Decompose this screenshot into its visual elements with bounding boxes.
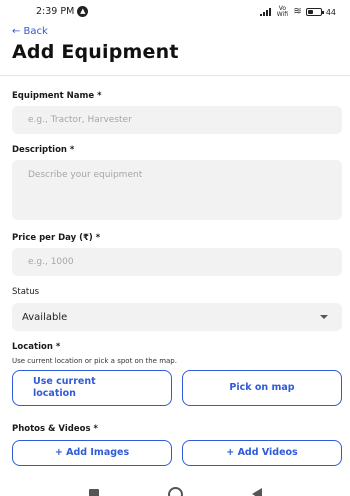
description-label: Description * (12, 145, 75, 155)
price-placeholder: e.g., 1000 (28, 257, 74, 267)
location-label: Location * (12, 342, 61, 352)
wifi-icon: ≋ (293, 6, 302, 17)
add-images-button[interactable]: + Add Images (12, 440, 172, 466)
volte-icon: Vo Wifi (276, 5, 289, 18)
description-placeholder: Describe your equipment (28, 170, 143, 180)
recent-apps-icon[interactable] (89, 489, 99, 496)
page-title: Add Equipment (12, 41, 179, 63)
equipment-name-label: Equipment Name * (12, 91, 102, 101)
back-button[interactable]: ← Back (12, 26, 48, 37)
status-selected-value: Available (22, 311, 68, 323)
use-current-location-button[interactable]: Use current location (12, 370, 172, 406)
notification-badge-icon: ▲ (77, 6, 89, 17)
battery-percent: 44 (325, 7, 336, 17)
home-icon[interactable] (168, 487, 183, 496)
description-input[interactable]: Describe your equipment (12, 160, 342, 220)
equipment-name-placeholder: e.g., Tractor, Harvester (28, 115, 132, 125)
status-time: 2:39 PM ▲ (36, 6, 89, 17)
use-current-location-label: Use current location (33, 376, 96, 399)
status-label: Status (12, 287, 40, 297)
status-icons: Vo Wifi ≋ 44 (260, 6, 336, 18)
header-divider (0, 75, 350, 76)
price-label: Price per Day (₹) * (12, 233, 101, 243)
add-images-label: + Add Images (54, 447, 130, 458)
status-select[interactable]: Available (12, 303, 342, 331)
media-label: Photos & Videos * (12, 424, 98, 434)
location-helper-text: Use current location or pick a spot on t… (12, 357, 177, 365)
system-nav-bar (0, 484, 350, 496)
clock-text: 2:39 PM (36, 6, 75, 17)
add-videos-button[interactable]: + Add Videos (182, 440, 342, 466)
back-nav-icon[interactable] (252, 488, 262, 496)
pick-on-map-button[interactable]: Pick on map (182, 370, 342, 406)
add-videos-label: + Add Videos (226, 447, 298, 458)
battery-icon (305, 8, 324, 16)
signal-icon (260, 8, 272, 16)
price-input[interactable]: e.g., 1000 (12, 248, 342, 276)
chevron-down-icon (320, 315, 328, 319)
equipment-name-input[interactable]: e.g., Tractor, Harvester (12, 106, 342, 134)
battery-fill (307, 10, 314, 14)
pick-on-map-label: Pick on map (229, 382, 295, 393)
status-bar: 2:39 PM ▲ Vo Wifi ≋ 44 (0, 0, 350, 22)
